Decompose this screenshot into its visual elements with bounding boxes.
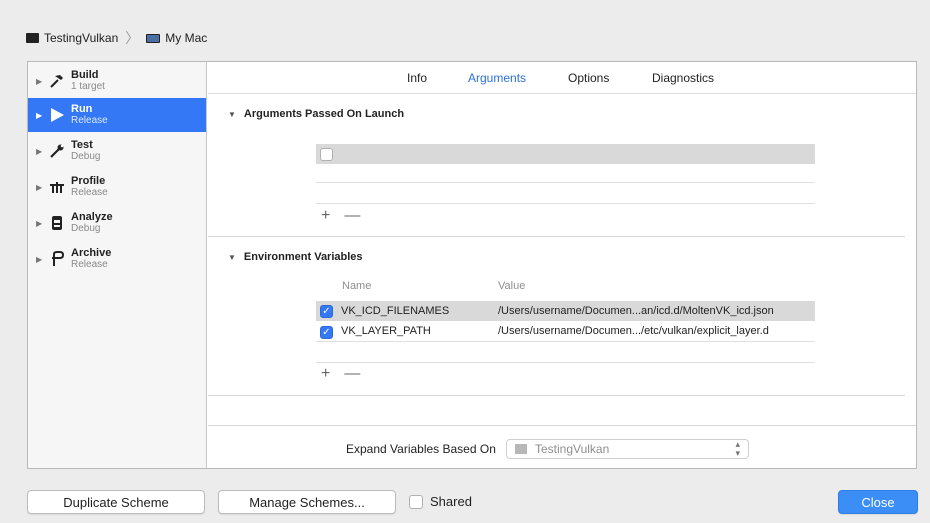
sidebar-item-sublabel: Release — [71, 187, 108, 198]
sidebar-item-sublabel: Release — [71, 115, 108, 126]
sidebar-item-test[interactable]: ▶ Test Debug — [28, 134, 206, 168]
section-title: Environment Variables — [243, 251, 363, 263]
row-divider — [316, 362, 815, 363]
disclosure-triangle-icon[interactable]: ▶ — [36, 219, 44, 228]
sidebar-item-label: Archive — [71, 247, 112, 259]
shared-label: Shared — [430, 494, 472, 509]
env-var-name[interactable]: VK_ICD_FILENAMES — [341, 305, 449, 317]
tab-diagnostics[interactable]: Diagnostics — [652, 71, 714, 85]
updown-chevron-icon: ▴ ▾ — [735, 439, 740, 458]
duplicate-scheme-button[interactable]: Duplicate Scheme — [27, 490, 205, 514]
disclosure-triangle-icon[interactable]: ▶ — [36, 147, 44, 156]
analyze-icon — [48, 214, 66, 232]
collapse-triangle-icon[interactable]: ▼ — [228, 110, 236, 119]
run-action-content: Info Arguments Options Diagnostics ▼ Arg… — [208, 62, 916, 468]
disclosure-triangle-icon[interactable]: ▶ — [36, 255, 44, 264]
env-var-value[interactable]: /Users/username/Documen...an/icd.d/Molte… — [498, 305, 774, 317]
expand-variables-value: TestingVulkan — [535, 442, 610, 456]
mac-icon — [146, 33, 161, 43]
sidebar-item-sublabel: Debug — [71, 223, 101, 234]
expand-variables-label: Expand Variables Based On — [346, 442, 496, 456]
destination-name[interactable]: My Mac — [165, 31, 207, 45]
sidebar-item-sublabel: 1 target — [71, 81, 105, 92]
sidebar-item-analyze[interactable]: ▶ Analyze Debug — [28, 206, 206, 240]
sidebar-item-label: Run — [71, 103, 93, 115]
env-var-name[interactable]: VK_LAYER_PATH — [341, 325, 431, 337]
manage-schemes-button[interactable]: Manage Schemes... — [218, 490, 396, 514]
scheme-actions-sidebar: ▶ Build 1 target ▶ Run Release ▶ Test Debug… — [28, 62, 207, 468]
env-var-checkbox[interactable]: ✓ — [320, 305, 333, 318]
disclosure-triangle-icon[interactable]: ▶ — [36, 111, 44, 120]
column-header-name[interactable]: Name — [342, 280, 371, 292]
env-var-checkbox[interactable]: ✓ — [320, 326, 333, 339]
app-scheme-icon — [26, 33, 39, 43]
remove-env-var-button[interactable]: — — [344, 365, 360, 383]
row-divider — [316, 182, 815, 183]
sidebar-item-label: Build — [71, 69, 99, 81]
expand-variables-popup[interactable]: TestingVulkan ▴ ▾ — [506, 439, 749, 459]
arguments-add-remove: + — — [321, 207, 360, 225]
row-divider — [316, 341, 815, 342]
wrench-icon — [48, 142, 66, 160]
sidebar-item-label: Profile — [71, 175, 106, 187]
sidebar-item-sublabel: Release — [71, 259, 108, 270]
add-argument-button[interactable]: + — [321, 207, 330, 225]
arguments-row[interactable] — [316, 144, 815, 164]
hammer-icon — [48, 72, 66, 90]
tab-arguments[interactable]: Arguments — [468, 71, 526, 85]
env-var-value[interactable]: /Users/username/Documen.../etc/vulkan/ex… — [498, 325, 769, 337]
add-env-var-button[interactable]: + — [321, 365, 330, 383]
column-header-value[interactable]: Value — [498, 280, 525, 292]
scheme-editor-panel: ▶ Build 1 target ▶ Run Release ▶ Test Debug… — [27, 61, 917, 469]
row-divider — [316, 203, 815, 204]
sidebar-item-label: Test — [71, 139, 93, 151]
env-add-remove: + — — [321, 365, 360, 383]
path-separator-icon: 〉 — [125, 30, 140, 46]
tab-options[interactable]: Options — [568, 71, 609, 85]
archive-icon — [48, 250, 66, 268]
profile-icon — [48, 178, 66, 196]
disclosure-triangle-icon[interactable]: ▶ — [36, 183, 44, 192]
tab-bar: Info Arguments Options Diagnostics — [208, 62, 916, 94]
disclosure-triangle-icon[interactable]: ▶ — [36, 77, 44, 86]
scheme-name[interactable]: TestingVulkan — [44, 31, 118, 45]
argument-checkbox[interactable] — [320, 148, 333, 161]
section-title: Arguments Passed On Launch — [243, 108, 405, 120]
environment-section-header[interactable]: ▼ Environment Variables — [228, 251, 363, 263]
sidebar-item-label: Analyze — [71, 211, 113, 223]
sidebar-item-sublabel: Debug — [71, 151, 101, 162]
footer-divider — [208, 425, 916, 426]
sidebar-item-run[interactable]: ▶ Run Release — [28, 98, 206, 132]
sidebar-item-archive[interactable]: ▶ Archive Release — [28, 242, 206, 276]
arguments-section-header[interactable]: ▼ Arguments Passed On Launch — [228, 108, 404, 120]
target-icon — [515, 444, 527, 454]
shared-checkbox-group[interactable]: Shared — [409, 494, 472, 509]
collapse-triangle-icon[interactable]: ▼ — [228, 253, 236, 262]
sidebar-item-build[interactable]: ▶ Build 1 target — [28, 64, 206, 98]
sidebar-item-profile[interactable]: ▶ Profile Release — [28, 170, 206, 204]
section-divider — [208, 236, 905, 237]
remove-argument-button[interactable]: — — [344, 207, 360, 225]
shared-checkbox[interactable] — [409, 494, 423, 509]
play-icon — [48, 106, 66, 124]
section-divider — [208, 395, 905, 396]
close-button[interactable]: Close — [838, 490, 918, 514]
scheme-path-bar: TestingVulkan 〉 My Mac — [26, 28, 207, 48]
tab-info[interactable]: Info — [407, 71, 427, 85]
